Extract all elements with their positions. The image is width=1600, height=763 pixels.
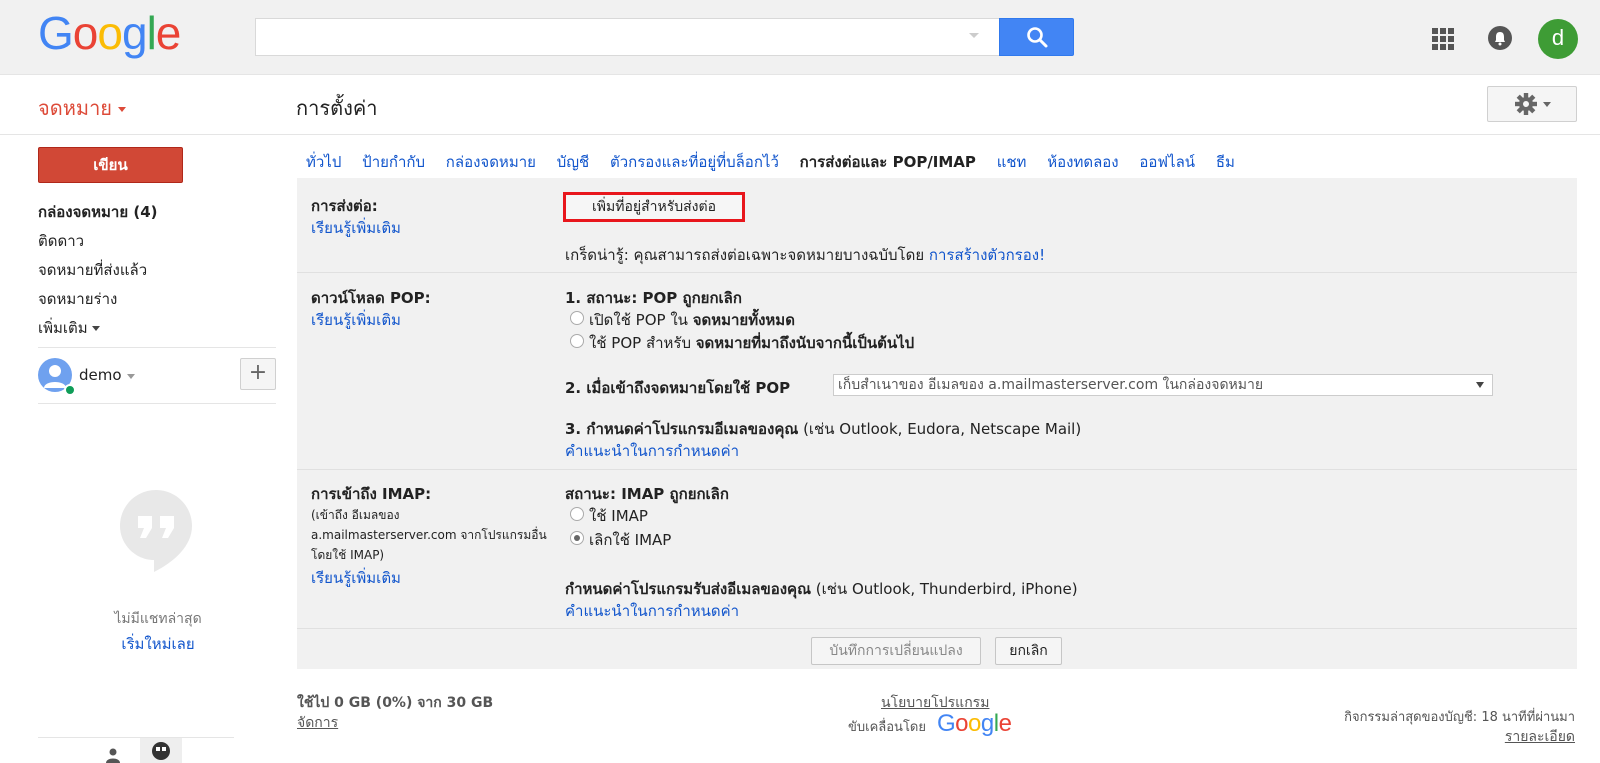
search-input[interactable] (255, 18, 999, 56)
google-footer-logo: Google (937, 710, 1012, 737)
imap-status: สถานะ: IMAP ถูกยกเลิก (565, 485, 729, 503)
header-divider (0, 134, 1600, 135)
person-icon[interactable] (104, 748, 122, 763)
search-button[interactable] (999, 18, 1074, 56)
forwarding-label: การส่งต่อ: (311, 197, 378, 215)
imap-config-instructions: กำหนดค่าโปรแกรมรับส่งอีเมลของคุณ (เช่น O… (565, 577, 1078, 601)
tab-general[interactable]: ทั่วไป (306, 150, 341, 174)
storage-usage: ใช้ไป 0 GB (0%) จาก 30 GB (297, 695, 494, 711)
tab-accounts[interactable]: บัญชี (557, 150, 589, 174)
pop-config-bold: 3. กำหนดค่าโปรแกรมอีเมลของคุณ (565, 420, 799, 438)
pop-enable-new-option[interactable]: ใช้ POP สำหรับ จดหมายที่มาถึงนับจากนี้เป… (589, 331, 914, 355)
imap-disable-label[interactable]: เลิกใช้ IMAP (589, 528, 671, 552)
pop-config-link[interactable]: คำแนะนำในการกำหนดค่า (565, 439, 739, 463)
start-new-chat-link[interactable]: เริ่มใหม่เลย (0, 632, 316, 656)
sidebar-divider (38, 737, 234, 738)
hangouts-icon (120, 490, 192, 572)
pop-access-select[interactable]: เก็บสำเนาของ อีเมลของ a.mailmasterserver… (833, 374, 1493, 396)
row-divider (297, 628, 1577, 629)
no-recent-chats-text: ไม่มีแชทล่าสุด (114, 611, 202, 627)
create-filter-link[interactable]: การสร้างตัวกรอง! (929, 246, 1045, 264)
tab-labs[interactable]: ห้องทดลอง (1047, 150, 1118, 174)
account-avatar[interactable]: d (1538, 19, 1578, 59)
imap-enable-label[interactable]: ใช้ IMAP (589, 504, 648, 528)
pop-config-instructions: 3. กำหนดค่าโปรแกรมอีเมลของคุณ (เช่น Outl… (565, 417, 1081, 441)
sidebar-item-starred[interactable]: ติดดาว (38, 229, 84, 253)
chevron-down-icon (1476, 382, 1484, 388)
powered-by-text: ขับเคลื่อนโดย (848, 720, 926, 735)
settings-tabs: ทั่วไป ป้ายกำกับ กล่องจดหมาย บัญชี ตัวกร… (306, 150, 1251, 182)
tab-offline[interactable]: ออฟไลน์ (1139, 150, 1195, 174)
activity-details-link[interactable]: รายละเอียด (1505, 726, 1575, 748)
forwarding-tip-text: เกร็ดน่ารู้: คุณสามารถส่งต่อเฉพาะจดหมายบ… (565, 246, 925, 264)
quote-icon (152, 742, 170, 760)
pop-enable-all-bold: จดหมายทั้งหมด (692, 311, 795, 329)
imap-disable-radio[interactable] (570, 531, 584, 545)
apps-grid-icon[interactable] (1432, 28, 1454, 50)
sidebar-item-sent[interactable]: จดหมายที่ส่งแล้ว (38, 258, 147, 282)
imap-learn-more-link[interactable]: เรียนรู้เพิ่มเติม (311, 566, 401, 590)
pop-enable-new-label: ใช้ POP สำหรับ (589, 334, 691, 352)
tab-labels[interactable]: ป้ายกำกับ (362, 150, 425, 174)
page-title: การตั้งค่า (296, 96, 378, 120)
mail-menu-label: จดหมาย (38, 96, 113, 120)
imap-desc-line3: โดยใช้ IMAP) (311, 548, 385, 562)
tab-filters[interactable]: ตัวกรองและที่อยู่ที่บล็อกไว้ (610, 150, 779, 174)
tab-forwarding-pop-imap[interactable]: การส่งต่อและ POP/IMAP (791, 150, 985, 182)
imap-desc-line2: a.mailmasterserver.com จากโปรแกรมอื่น (311, 528, 547, 542)
pop-config-examples: (เช่น Outlook, Eudora, Netscape Mail) (803, 420, 1082, 438)
chevron-down-icon[interactable] (127, 374, 135, 379)
pop-download-label: ดาวน์โหลด POP: (311, 289, 431, 307)
chevron-down-icon (118, 107, 127, 112)
settings-button[interactable] (1487, 86, 1577, 122)
online-status-icon (64, 384, 76, 396)
sidebar-item-more[interactable]: เพิ่มเติม (38, 316, 100, 340)
tab-themes[interactable]: ธีม (1216, 150, 1235, 174)
pop-enable-new-radio[interactable] (570, 334, 584, 348)
forwarding-tip: เกร็ดน่ารู้: คุณสามารถส่งต่อเฉพาะจดหมายบ… (565, 243, 1045, 267)
row-divider (297, 272, 1577, 273)
mail-menu[interactable]: จดหมาย (38, 92, 127, 124)
hangouts-tab[interactable] (140, 738, 182, 763)
row-divider (297, 469, 1577, 470)
pop-learn-more-link[interactable]: เรียนรู้เพิ่มเติม (311, 308, 401, 332)
tab-chat[interactable]: แชท (997, 150, 1027, 174)
chat-user-name[interactable]: demo (79, 366, 122, 384)
pop-enable-all-option[interactable]: เปิดใช้ POP ใน จดหมายทั้งหมด (589, 308, 795, 332)
new-chat-button[interactable]: + (240, 358, 276, 390)
search-dropdown-icon[interactable] (969, 33, 979, 38)
search-icon (1027, 27, 1048, 48)
imap-config-examples: (เช่น Outlook, Thunderbird, iPhone) (815, 580, 1078, 598)
manage-storage-link[interactable]: จัดการ (297, 712, 338, 734)
sidebar-item-inbox[interactable]: กล่องจดหมาย (4) (38, 200, 158, 224)
chevron-down-icon (91, 326, 100, 331)
sidebar-item-more-label: เพิ่มเติม (38, 319, 88, 337)
bell-icon[interactable] (1488, 26, 1512, 50)
compose-button[interactable]: เขียน (38, 147, 183, 183)
imap-enable-radio[interactable] (570, 507, 584, 521)
sidebar-item-drafts[interactable]: จดหมายร่าง (38, 287, 117, 311)
top-bar: Google d (0, 0, 1600, 75)
pop-enable-new-bold: จดหมายที่มาถึงนับจากนี้เป็นต้นไป (695, 334, 915, 352)
pop-status: 1. สถานะ: POP ถูกยกเลิก (565, 289, 742, 307)
sidebar-divider (38, 403, 276, 404)
imap-config-link[interactable]: คำแนะนำในการกำหนดค่า (565, 599, 739, 623)
cancel-button[interactable]: ยกเลิก (995, 637, 1062, 665)
imap-access-label: การเข้าถึง IMAP: (311, 485, 432, 503)
imap-config-bold: กำหนดค่าโปรแกรมรับส่งอีเมลของคุณ (565, 580, 811, 598)
save-changes-button[interactable]: บันทึกการเปลี่ยนแปลง (811, 637, 981, 665)
gear-icon (1515, 93, 1551, 115)
pop-access-label: 2. เมื่อเข้าถึงจดหมายโดยใช้ POP (565, 379, 791, 397)
last-activity-text: กิจกรรมล่าสุดของบัญชี: 18 นาทีที่ผ่านมา (1344, 710, 1575, 725)
forwarding-learn-more-link[interactable]: เรียนรู้เพิ่มเติม (311, 216, 401, 240)
imap-desc-line1: (เข้าถึง อีเมลของ (311, 508, 400, 522)
add-forwarding-address-button[interactable]: เพิ่มที่อยู่สำหรับส่งต่อ (563, 192, 745, 222)
sidebar-divider (38, 347, 276, 348)
pop-enable-all-label: เปิดใช้ POP ใน (589, 311, 688, 329)
google-logo[interactable]: Google (38, 6, 181, 60)
tab-inbox[interactable]: กล่องจดหมาย (446, 150, 536, 174)
pop-enable-all-radio[interactable] (570, 311, 584, 325)
pop-access-selected-value: เก็บสำเนาของ อีเมลของ a.mailmasterserver… (838, 377, 1264, 393)
